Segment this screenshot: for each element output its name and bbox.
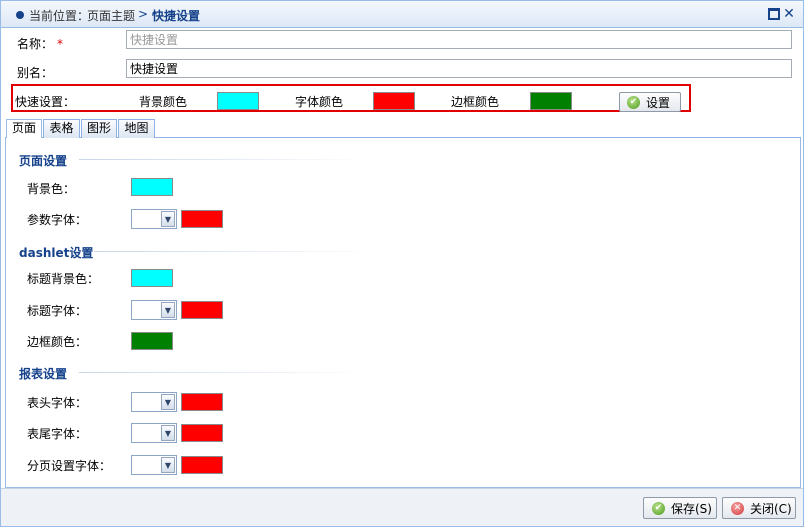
dialog-window: 当前位置： 页面主题 > 快捷设置 ✕ 名称：* 别名： 快速设置： 背景颜色 …: [0, 0, 804, 527]
page-bg-color-swatch[interactable]: [131, 178, 173, 196]
param-font-label: 参数字体：: [27, 213, 88, 227]
quick-bg-color-swatch[interactable]: [217, 92, 259, 110]
quick-border-color-swatch[interactable]: [530, 92, 572, 110]
check-icon: ✔: [627, 95, 640, 109]
param-font-select[interactable]: ▼: [131, 209, 177, 229]
header-font-label: 表头字体：: [27, 396, 88, 410]
name-label: 名称： *: [17, 37, 64, 51]
chevron-down-icon: ▼: [161, 394, 175, 410]
tab-table[interactable]: 表格: [43, 119, 80, 138]
maximize-icon[interactable]: [768, 8, 780, 20]
title-font-label: 标题字体：: [27, 304, 88, 318]
quick-settings-row: 快速设置： 背景颜色 字体颜色 边框颜色 ✔ 设置: [11, 84, 691, 112]
chevron-down-icon: ▼: [161, 302, 175, 318]
page-bg-label: 背景色：: [27, 182, 76, 196]
section-divider: [79, 159, 369, 160]
tab-strip: 页面 表格 图形 地图: [5, 118, 801, 139]
quick-font-color-swatch[interactable]: [373, 92, 415, 110]
breadcrumb-separator: >: [138, 7, 149, 21]
save-button-label: 保存(S): [671, 501, 712, 516]
breadcrumb-page[interactable]: 页面主题: [87, 7, 135, 24]
tab-chart[interactable]: 图形: [81, 119, 117, 138]
title-font-color-swatch[interactable]: [181, 301, 223, 319]
paging-font-select[interactable]: ▼: [131, 455, 177, 475]
section-title-report: 报表设置: [19, 367, 68, 381]
name-input[interactable]: [126, 30, 792, 49]
bullet-icon: [16, 11, 24, 19]
section-divider: [79, 372, 369, 373]
title-bg-color-swatch[interactable]: [131, 269, 173, 287]
quick-font-label: 字体颜色: [295, 95, 344, 109]
close-button-label: 关闭(C): [750, 501, 792, 516]
header-font-color-swatch[interactable]: [181, 393, 223, 411]
paging-font-label: 分页设置字体：: [27, 459, 112, 473]
section-title-dashlet: dashlet设置: [19, 246, 94, 260]
tab-panel-page: 页面设置 背景色： 参数字体： ▼ dashlet设置 标题背景色： 标题字体：…: [5, 138, 801, 488]
alias-label: 别名：: [17, 66, 54, 80]
border-color-label: 边框颜色：: [27, 335, 88, 349]
footer-font-color-swatch[interactable]: [181, 424, 223, 442]
section-title-page: 页面设置: [19, 154, 68, 168]
set-button[interactable]: ✔ 设置: [619, 92, 681, 112]
breadcrumb-current: 快捷设置: [152, 9, 201, 23]
section-divider: [94, 251, 379, 252]
paging-font-color-swatch[interactable]: [181, 456, 223, 474]
chevron-down-icon: ▼: [161, 211, 175, 227]
chevron-down-icon: ▼: [161, 457, 175, 473]
footer-font-select[interactable]: ▼: [131, 423, 177, 443]
title-bg-label: 标题背景色：: [27, 272, 100, 286]
required-mark: *: [57, 37, 64, 51]
header-font-select[interactable]: ▼: [131, 392, 177, 412]
chevron-down-icon: ▼: [161, 425, 175, 441]
quick-settings-label: 快速设置：: [15, 95, 76, 109]
close-icon[interactable]: ✕: [783, 7, 795, 21]
quick-bg-label: 背景颜色: [139, 95, 188, 109]
title-font-select[interactable]: ▼: [131, 300, 177, 320]
footer-font-label: 表尾字体：: [27, 427, 88, 441]
title-bar: 当前位置： 页面主题 > 快捷设置 ✕: [1, 1, 803, 28]
quick-border-label: 边框颜色: [451, 95, 500, 109]
save-button[interactable]: ✔ 保存(S): [643, 497, 717, 519]
param-font-color-swatch[interactable]: [181, 210, 223, 228]
dialog-footer: ✔ 保存(S) ✕ 关闭(C): [1, 488, 803, 526]
close-button[interactable]: ✕ 关闭(C): [722, 497, 796, 519]
alias-input[interactable]: [126, 59, 792, 78]
breadcrumb-root: 当前位置：: [29, 9, 90, 23]
tab-map[interactable]: 地图: [118, 119, 155, 138]
border-color-swatch[interactable]: [131, 332, 173, 350]
check-icon: ✔: [652, 501, 665, 515]
tab-page[interactable]: 页面: [6, 119, 42, 139]
set-button-label: 设置: [646, 95, 671, 110]
cancel-icon: ✕: [731, 501, 744, 515]
